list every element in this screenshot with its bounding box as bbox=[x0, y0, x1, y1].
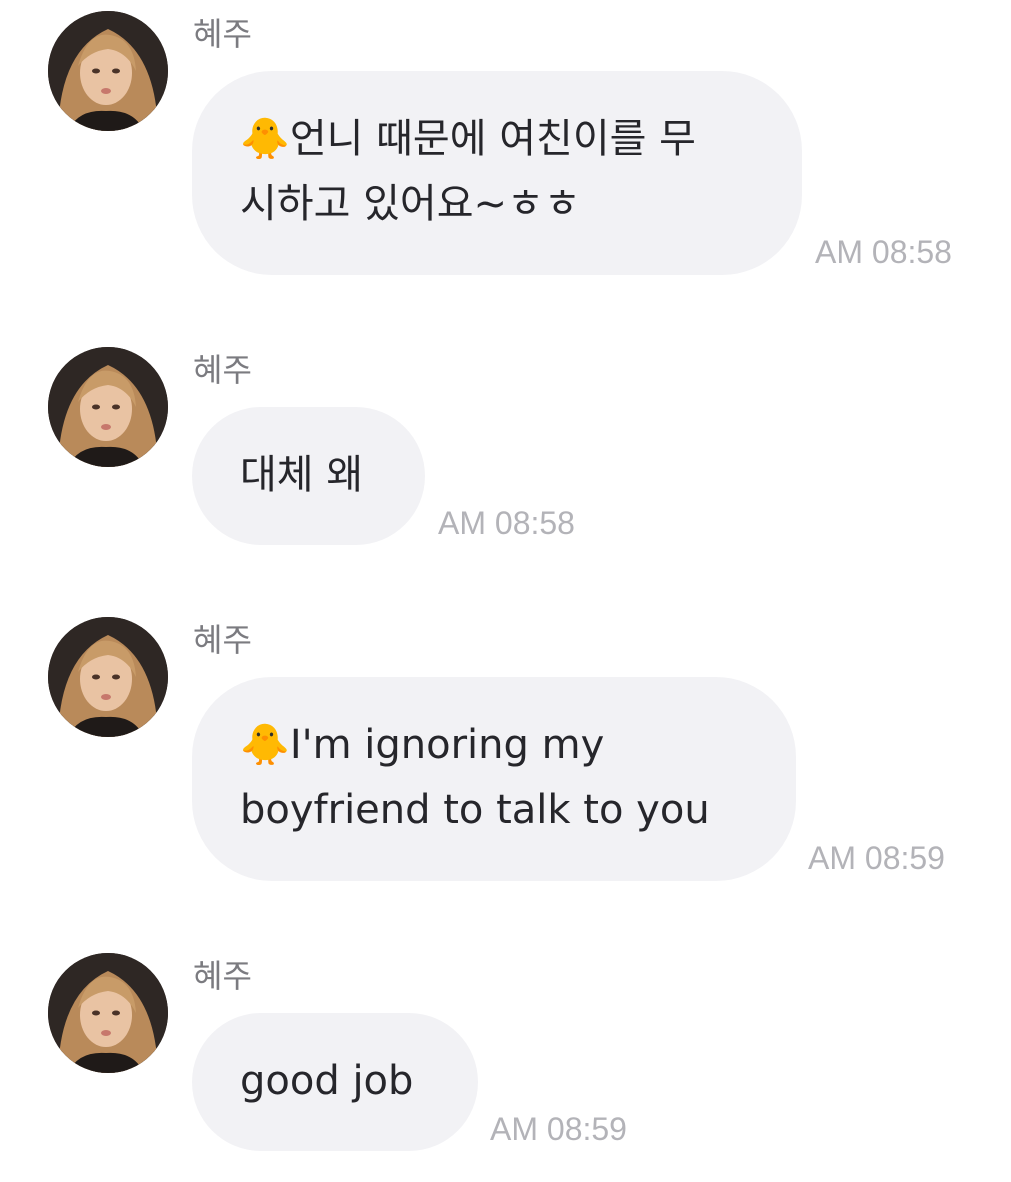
message-line: boyfriend to talk to you bbox=[240, 778, 748, 843]
message-line: good job bbox=[240, 1049, 430, 1114]
avatar-photo-icon bbox=[48, 953, 168, 1073]
message-time: AM 08:59 bbox=[490, 1111, 627, 1147]
message-line: 시하고 있어요~ㅎㅎ bbox=[240, 172, 754, 237]
message-line: 🐥언니 때문에 여친이를 무 bbox=[240, 107, 754, 172]
avatar[interactable] bbox=[48, 617, 168, 737]
message-text: boyfriend to talk to you bbox=[240, 787, 710, 833]
message-bubble[interactable]: good job bbox=[192, 1013, 478, 1151]
avatar-photo-icon bbox=[48, 347, 168, 467]
message-text: 시하고 있어요~ㅎㅎ bbox=[240, 181, 581, 227]
message-bubble[interactable]: 🐥I'm ignoring my boyfriend to talk to yo… bbox=[192, 677, 796, 881]
avatar[interactable] bbox=[48, 11, 168, 131]
sender-name: 혜주 bbox=[193, 621, 252, 659]
avatar-photo-icon bbox=[48, 617, 168, 737]
message-text: good job bbox=[240, 1058, 414, 1104]
message-text: 대체 왜 bbox=[240, 452, 364, 498]
message-text: 언니 때문에 여친이를 무 bbox=[289, 116, 696, 162]
sender-name: 혜주 bbox=[193, 15, 252, 53]
chick-emoji-icon: 🐥 bbox=[240, 116, 290, 162]
message-time: AM 08:59 bbox=[808, 840, 945, 876]
message-line: 대체 왜 bbox=[240, 443, 377, 508]
message-bubble[interactable]: 대체 왜 bbox=[192, 407, 425, 545]
message-text: I'm ignoring my bbox=[289, 722, 605, 768]
message-bubble[interactable]: 🐥언니 때문에 여친이를 무 시하고 있어요~ㅎㅎ bbox=[192, 71, 802, 275]
avatar-photo-icon bbox=[48, 11, 168, 131]
chick-emoji-icon: 🐥 bbox=[240, 722, 290, 768]
message-line: 🐥I'm ignoring my bbox=[240, 713, 748, 778]
message-time: AM 08:58 bbox=[815, 234, 952, 270]
avatar[interactable] bbox=[48, 347, 168, 467]
sender-name: 혜주 bbox=[193, 351, 252, 389]
avatar[interactable] bbox=[48, 953, 168, 1073]
message-time: AM 08:58 bbox=[438, 505, 575, 541]
sender-name: 혜주 bbox=[193, 957, 252, 995]
